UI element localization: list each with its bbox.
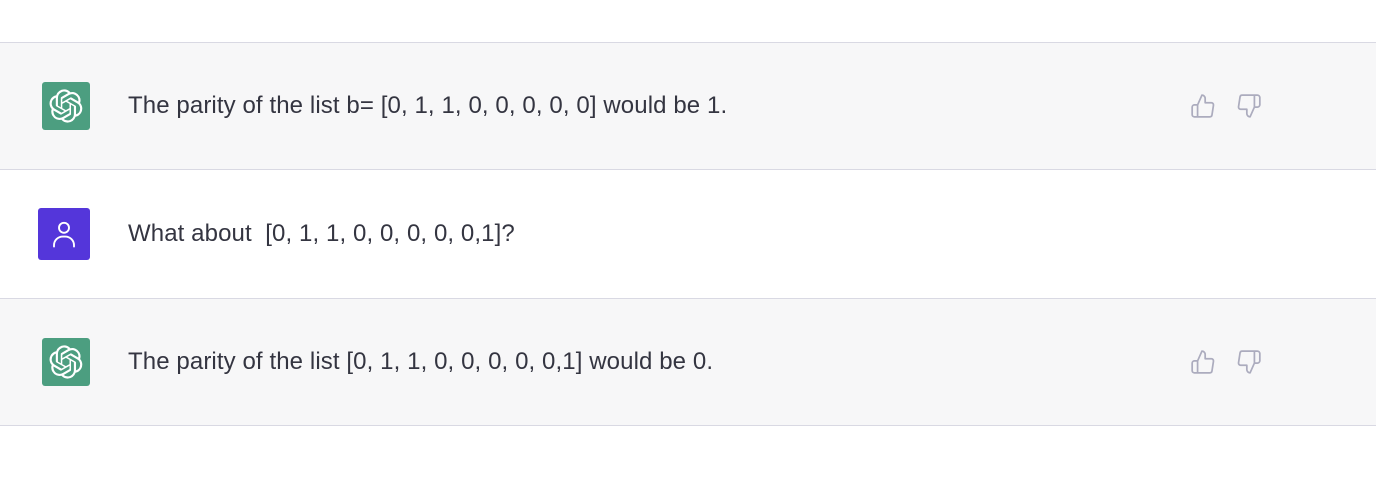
assistant-message: The parity of the list [0, 1, 1, 0, 0, 0… [0, 299, 1376, 426]
chat-page: The parity of the list b= [0, 1, 1, 0, 0… [0, 0, 1376, 500]
openai-logo-icon [49, 345, 83, 379]
user-avatar [38, 208, 90, 260]
top-spacer [0, 0, 1376, 43]
thumbs-down-button[interactable] [1236, 349, 1262, 375]
thumbs-down-icon [1237, 94, 1261, 118]
user-message: What about [0, 1, 1, 0, 0, 0, 0, 0,1]? [0, 170, 1376, 299]
message-text: What about [0, 1, 1, 0, 0, 0, 0, 0,1]? [128, 220, 515, 247]
assistant-message: The parity of the list b= [0, 1, 1, 0, 0… [0, 43, 1376, 170]
thumbs-up-icon [1191, 350, 1215, 374]
thumbs-up-button[interactable] [1190, 349, 1216, 375]
openai-logo-icon [49, 89, 83, 123]
assistant-avatar [42, 338, 90, 386]
assistant-avatar [42, 82, 90, 130]
thumbs-down-icon [1237, 350, 1261, 374]
thumbs-up-icon [1191, 94, 1215, 118]
message-text: The parity of the list [0, 1, 1, 0, 0, 0… [128, 348, 714, 375]
thumbs-down-button[interactable] [1236, 93, 1262, 119]
feedback-buttons [1190, 93, 1262, 119]
feedback-buttons [1190, 349, 1262, 375]
message-text: The parity of the list b= [0, 1, 1, 0, 0… [128, 92, 728, 119]
user-icon [53, 221, 75, 248]
thumbs-up-button[interactable] [1190, 93, 1216, 119]
